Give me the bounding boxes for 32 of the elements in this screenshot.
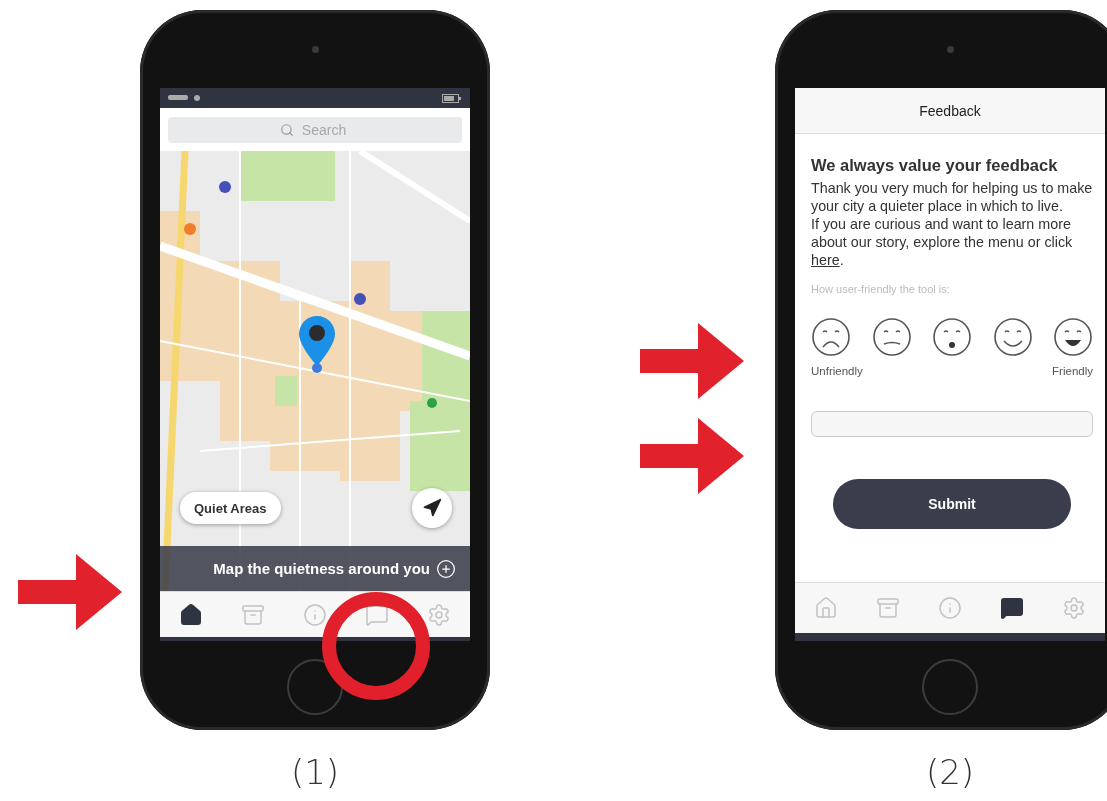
heading: We always value your feedback <box>811 156 1059 175</box>
scale-label: Unfriendly <box>811 365 863 377</box>
search-field[interactable]: Search <box>168 116 462 143</box>
arrow-icon <box>640 418 744 494</box>
here-link[interactable]: here <box>811 252 840 268</box>
screen-title: Feedback <box>795 88 1105 134</box>
smiling-face-icon[interactable] <box>992 317 1033 357</box>
frowning-face-icon[interactable] <box>871 317 912 357</box>
surprised-face-icon[interactable] <box>932 317 972 357</box>
camera-dot <box>946 45 954 53</box>
camera-dot <box>311 45 319 53</box>
comment-field[interactable] <box>811 411 1093 437</box>
signal-icon <box>168 95 202 101</box>
scale-label: Friendly <box>1052 365 1093 377</box>
figure-caption: (1) <box>290 752 340 792</box>
laughing-face-icon[interactable] <box>1053 317 1093 357</box>
add-icon[interactable] <box>436 558 456 579</box>
rating-label: How user-friendly the tool is: <box>811 283 951 295</box>
arrow-icon <box>18 554 122 630</box>
search-icon <box>280 122 294 137</box>
body-text: If you are curious and want to learn more about our story, explore the menu or click here. <box>811 215 1074 269</box>
navigation-arrow-icon <box>422 498 442 518</box>
arrow-icon <box>640 323 744 399</box>
home-button[interactable] <box>287 659 343 715</box>
banner-text: Map the quietness around you <box>213 560 430 577</box>
figure-caption: (2) <box>925 752 975 792</box>
battery-icon <box>442 93 462 103</box>
sad-face-icon[interactable] <box>811 317 851 357</box>
body-text: Thank you very much for helping us to make your city a quieter place in which to live. <box>811 179 1093 215</box>
quiet-areas-button[interactable]: Quiet Areas <box>180 492 281 524</box>
submit-button[interactable]: Submit <box>833 479 1071 529</box>
location-pin-icon <box>299 316 335 374</box>
